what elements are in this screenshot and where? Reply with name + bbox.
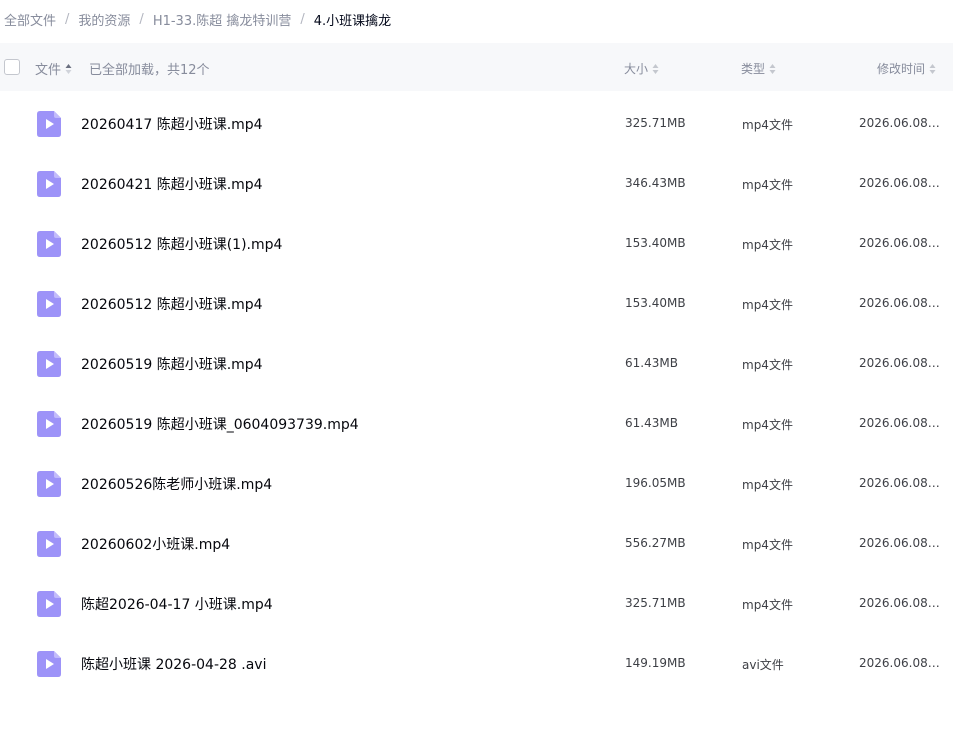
file-size: 325.71MB bbox=[625, 596, 686, 610]
file-name[interactable]: 20260512 陈超小班课.mp4 bbox=[81, 294, 263, 314]
breadcrumb-my-resources[interactable]: 我的资源 bbox=[78, 10, 130, 29]
video-file-icon bbox=[36, 590, 62, 618]
file-size: 153.40MB bbox=[625, 296, 686, 310]
file-row[interactable]: 20260519 陈超小班课.mp4 61.43MB mp4文件 2026.06.08… bbox=[0, 334, 953, 394]
mtime-column-label: 修改时间 bbox=[877, 62, 926, 76]
file-type: mp4文件 bbox=[742, 118, 793, 132]
file-size: 556.27MB bbox=[625, 536, 686, 550]
breadcrumb-current-folder: 4.小班课擒龙 bbox=[313, 13, 392, 29]
video-file-icon bbox=[36, 170, 62, 198]
type-column-label: 类型 bbox=[741, 62, 766, 76]
file-type: mp4文件 bbox=[742, 538, 793, 552]
file-name[interactable]: 20260421 陈超小班课.mp4 bbox=[81, 174, 263, 194]
file-size: 149.19MB bbox=[625, 656, 686, 670]
file-name[interactable]: 20260417 陈超小班课.mp4 bbox=[81, 114, 263, 134]
file-type: mp4文件 bbox=[742, 418, 793, 432]
file-row[interactable]: 20260526陈老师小班课.mp4 196.05MB mp4文件 2026.06.0… bbox=[0, 454, 953, 514]
file-row[interactable]: 陈超2026-04-17 小班课.mp4 325.71MB mp4文件 2026.06… bbox=[0, 574, 953, 634]
file-modified-time: 2026.06.08 1... bbox=[859, 116, 943, 130]
file-list: 20042б擒龙要盖主力行为学--主力建仓四部曲 .mp4966.79MBmp4… bbox=[0, 64, 953, 732]
loaded-count-text: 已全部加载，共12个 bbox=[89, 63, 210, 78]
file-name[interactable]: 陈超小班课 2026-04-28 .avi bbox=[81, 654, 266, 674]
file-modified-time: 2026.06.08 1... bbox=[859, 536, 943, 550]
size-column-label: 大小 bbox=[624, 62, 649, 76]
file-modified-time: 2026.06.08 1... bbox=[859, 296, 943, 310]
breadcrumb-separator: / bbox=[139, 11, 144, 27]
file-row[interactable]: 20260417 陈超小班课.mp4 325.71MB mp4文件 2026.06.0… bbox=[0, 94, 953, 154]
file-name[interactable]: 20260602小班课.mp4 bbox=[81, 534, 230, 554]
file-modified-time: 2026.06.08 1... bbox=[859, 236, 943, 250]
video-file-icon bbox=[36, 410, 62, 438]
file-row[interactable]: 20260519 陈超小班课_0604093739.mp4 61.43MB mp4文… bbox=[0, 394, 953, 454]
video-file-icon bbox=[36, 650, 62, 678]
sort-icon bbox=[652, 63, 659, 75]
file-size: 61.43MB bbox=[625, 356, 678, 370]
sort-asc-icon bbox=[65, 63, 72, 75]
file-name[interactable]: 20260526陈老师小班课.mp4 bbox=[81, 474, 272, 494]
sort-by-type[interactable]: 类型 bbox=[741, 60, 776, 77]
file-name[interactable]: 20260512 陈超小班课(1).mp4 bbox=[81, 234, 282, 254]
file-size: 325.71MB bbox=[625, 116, 686, 130]
video-file-icon bbox=[36, 350, 62, 378]
video-file-icon bbox=[36, 290, 62, 318]
file-modified-time: 2026.06.08 1... bbox=[859, 596, 943, 610]
list-header: 文件 已全部加载，共12个 大小 类型 修改时间 bbox=[0, 43, 953, 91]
file-type: mp4文件 bbox=[742, 298, 793, 312]
file-type: mp4文件 bbox=[742, 238, 793, 252]
file-size: 196.05MB bbox=[625, 476, 686, 490]
file-size: 153.40MB bbox=[625, 236, 686, 250]
file-name[interactable]: 陈超2026-04-17 小班课.mp4 bbox=[81, 594, 273, 614]
breadcrumb-separator: / bbox=[65, 11, 70, 27]
file-modified-time: 2026.06.08 1... bbox=[859, 656, 943, 670]
breadcrumb: 全部文件 / 我的资源 / H1-33.陈超 擒龙特训营 / 4.小班课擒龙 bbox=[4, 9, 391, 29]
file-modified-time: 2026.06.08 1... bbox=[859, 476, 943, 490]
sort-by-file-name[interactable]: 文件 bbox=[35, 59, 72, 78]
file-size: 61.43MB bbox=[625, 416, 678, 430]
file-row[interactable]: 20260602小班课.mp4 556.27MB mp4文件 2026.06.08 1… bbox=[0, 514, 953, 574]
file-row[interactable]: 20260421 陈超小班课.mp4 346.43MB mp4文件 2026.06.0… bbox=[0, 154, 953, 214]
file-type: mp4文件 bbox=[742, 358, 793, 372]
sort-by-size[interactable]: 大小 bbox=[624, 60, 659, 77]
file-modified-time: 2026.06.08 1... bbox=[859, 176, 943, 190]
sort-by-modified-time[interactable]: 修改时间 bbox=[877, 60, 936, 77]
video-file-icon bbox=[36, 230, 62, 258]
breadcrumb-separator: / bbox=[300, 11, 305, 27]
file-size: 346.43MB bbox=[625, 176, 686, 190]
file-name[interactable]: 20260519 陈超小班课.mp4 bbox=[81, 354, 263, 374]
breadcrumb-course-folder[interactable]: H1-33.陈超 擒龙特训营 bbox=[153, 10, 292, 29]
sort-icon bbox=[929, 63, 936, 75]
breadcrumb-all-files[interactable]: 全部文件 bbox=[4, 10, 56, 29]
sort-icon bbox=[769, 63, 776, 75]
file-type: mp4文件 bbox=[742, 178, 793, 192]
file-row[interactable]: 陈超小班课 2026-04-28 .avi 149.19MB avi文件 2026.0… bbox=[0, 634, 953, 694]
video-file-icon bbox=[36, 110, 62, 138]
file-modified-time: 2026.06.08 1... bbox=[859, 356, 943, 370]
file-column-label: 文件 bbox=[35, 63, 62, 78]
file-type: mp4文件 bbox=[742, 478, 793, 492]
file-row[interactable]: 20260512 陈超小班课(1).mp4 153.40MB mp4文件 2026.0… bbox=[0, 214, 953, 274]
select-all-checkbox[interactable] bbox=[4, 59, 20, 75]
video-file-icon bbox=[36, 530, 62, 558]
video-file-icon bbox=[36, 470, 62, 498]
file-modified-time: 2026.06.08 1... bbox=[859, 416, 943, 430]
file-type: mp4文件 bbox=[742, 598, 793, 612]
file-row[interactable]: 20260512 陈超小班课.mp4 153.40MB mp4文件 2026.06.0… bbox=[0, 274, 953, 334]
file-name[interactable]: 20260519 陈超小班课_0604093739.mp4 bbox=[81, 414, 359, 434]
file-type: avi文件 bbox=[742, 658, 784, 672]
